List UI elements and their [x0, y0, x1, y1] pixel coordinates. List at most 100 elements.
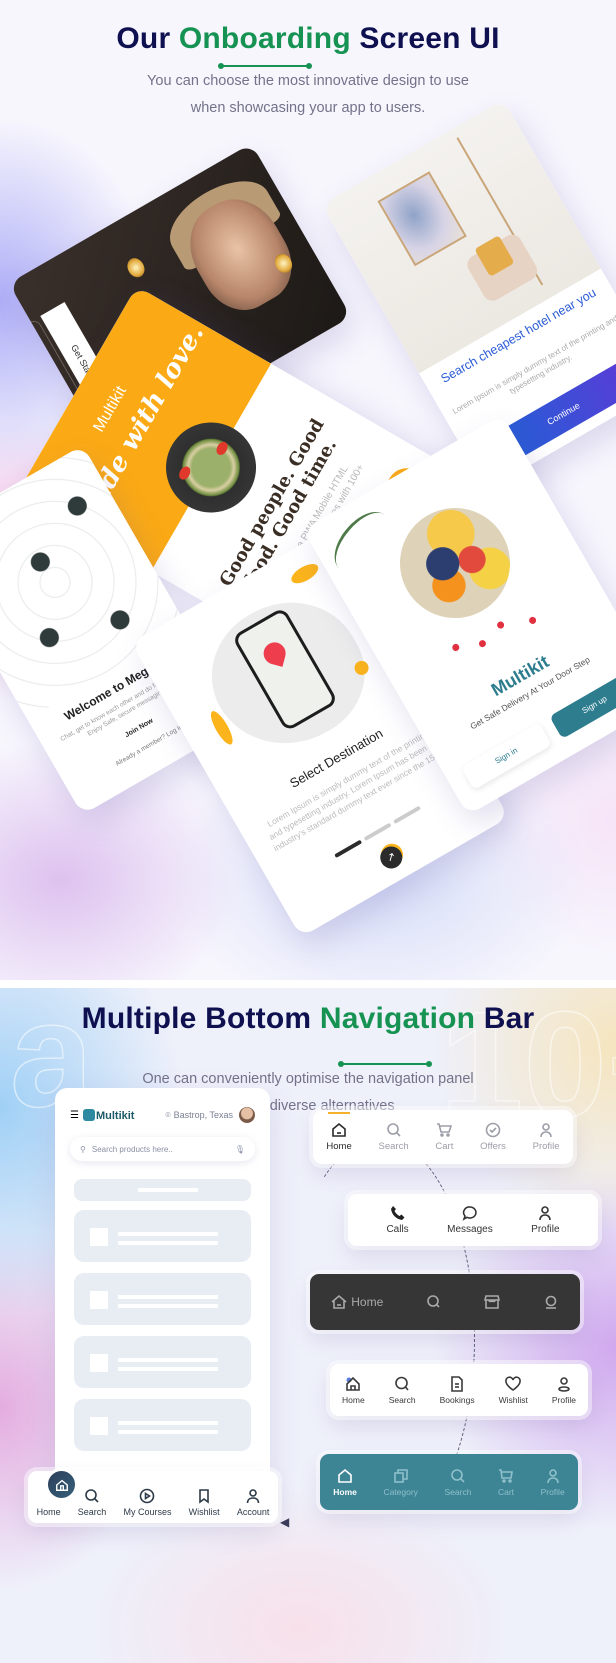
subtitle-line: when showcasing your app to users.	[190, 100, 426, 116]
subtitle-line: You can choose the most innovative desig…	[147, 73, 469, 89]
nav-item-cart[interactable]: Cart	[498, 1468, 514, 1497]
navigation-section: a 10+ Multiple Bottom Navigation Bar One…	[0, 988, 616, 1663]
search-input[interactable]: ⚲ Search products here.. 🎙	[70, 1137, 255, 1161]
nav-label: Account	[236, 1507, 270, 1517]
nav-label: Home	[326, 1141, 352, 1152]
nav-item-account[interactable]: Account	[236, 1488, 270, 1517]
nav-item-offers[interactable]: Offers	[480, 1122, 506, 1152]
nav-item-wishlist[interactable]: Wishlist	[189, 1488, 220, 1517]
nav-item-cart[interactable]: Cart	[435, 1122, 453, 1152]
nav-label: Cart	[435, 1141, 454, 1152]
nav-item-search[interactable]: Search	[444, 1468, 471, 1497]
search-placeholder: Search products here..	[91, 1144, 173, 1154]
nav-label: Profile	[532, 1141, 560, 1152]
sign-in-button[interactable]: Sign in	[460, 722, 552, 790]
nav-label: Home	[333, 1486, 357, 1497]
palm-leaf	[324, 502, 400, 582]
skeleton-card	[74, 1336, 251, 1388]
copy-icon	[393, 1468, 408, 1483]
document-icon	[451, 1375, 463, 1392]
title-part: Multiple Bottom	[81, 1002, 312, 1035]
title-underline	[218, 63, 312, 69]
section-divider	[0, 980, 616, 988]
bookmark-icon	[199, 1489, 209, 1504]
nav-label: My Courses	[123, 1507, 172, 1517]
nav-label: Search	[388, 1394, 416, 1405]
nav-item-search[interactable]: Search	[77, 1488, 107, 1517]
location-text: Bastrop, Texas	[173, 1110, 233, 1120]
nav-label: Search	[77, 1507, 107, 1517]
nav-item-bookings[interactable]: Bookings	[439, 1375, 475, 1405]
nav-item-search[interactable]: Search	[389, 1376, 416, 1405]
skeleton-card	[74, 1399, 251, 1451]
raspberry	[477, 638, 488, 649]
chat-bubble-icon	[462, 1206, 477, 1221]
skeleton-card	[74, 1210, 251, 1262]
user-icon	[546, 1468, 559, 1483]
nav-item-home[interactable]: Home	[333, 1468, 357, 1497]
page-dot	[393, 805, 422, 825]
page-dot-active	[334, 839, 363, 859]
next-arrow-button[interactable]: ↗	[376, 842, 407, 873]
app-header: ☰ Multikit ⌾ Bastrop, Texas	[70, 1105, 255, 1125]
skeleton-card	[74, 1273, 251, 1325]
nav-item-profile[interactable]: Profile	[533, 1122, 560, 1152]
nav-item-messages[interactable]: Messages	[447, 1205, 493, 1235]
raspberry	[495, 620, 506, 630]
title-part: Our	[116, 22, 171, 55]
nav-label: Search	[444, 1486, 472, 1497]
bulb-icon	[124, 255, 148, 281]
page-dot	[363, 822, 392, 842]
search-icon	[386, 1123, 401, 1137]
home-icon	[338, 1468, 352, 1483]
nav-item-home[interactable]: Home	[326, 1112, 352, 1152]
nav-label: Search	[378, 1141, 409, 1152]
user-icon	[545, 1295, 557, 1309]
decor-shape	[288, 560, 322, 588]
nav-item-home[interactable]: Home	[331, 1294, 383, 1310]
nav-label: Profile	[540, 1486, 565, 1497]
nav-item-profile[interactable]: Profile	[531, 1205, 560, 1235]
nav-label: Messages	[447, 1224, 493, 1235]
nav-item-home[interactable]: Home	[342, 1376, 365, 1405]
skeleton-bar	[74, 1179, 251, 1201]
home-fab-button[interactable]	[45, 1468, 78, 1501]
user-icon	[540, 1123, 552, 1138]
section-title: Our Onboarding Screen UI	[0, 22, 616, 56]
nav-item-category[interactable]: Category	[383, 1468, 418, 1497]
location[interactable]: ⌾ Bastrop, Texas	[165, 1110, 233, 1121]
hotel-room-image	[321, 99, 601, 374]
nav-item-store[interactable]	[484, 1294, 501, 1310]
nav-item-profile[interactable]	[543, 1294, 559, 1310]
fruit-bowl-image	[379, 487, 531, 639]
title-highlight: Navigation	[319, 1002, 476, 1035]
menu-icon[interactable]: ☰	[70, 1110, 79, 1121]
bottom-nav-style-2: Calls Messages Profile	[348, 1194, 598, 1246]
title-part: Bar	[483, 1002, 535, 1035]
raspberry	[527, 615, 538, 626]
nav-label: Profile	[551, 1394, 576, 1405]
home-icon	[331, 1294, 347, 1309]
nav-label: Offers	[480, 1141, 506, 1152]
nav-label: Home	[351, 1295, 384, 1309]
nav-item-wishlist[interactable]: Wishlist	[499, 1375, 528, 1405]
nav-item-profile[interactable]: Profile	[552, 1376, 576, 1405]
brand-logo: Multikit	[79, 1108, 134, 1122]
raspberry	[451, 642, 461, 653]
nav-item-profile[interactable]: Profile	[541, 1468, 565, 1497]
cart-icon	[437, 1123, 453, 1137]
nav-label: Bookings	[439, 1394, 475, 1405]
mic-icon[interactable]: 🎙	[235, 1145, 245, 1154]
bottom-nav-style-3: Home	[310, 1274, 580, 1330]
nav-item-search[interactable]: Search	[379, 1122, 409, 1152]
heart-icon	[505, 1375, 522, 1391]
title-part: Screen UI	[359, 22, 500, 55]
nav-item-calls[interactable]: Calls	[386, 1205, 409, 1235]
nav-label: Wishlist	[188, 1507, 220, 1517]
arrow-head-icon: ◀	[280, 1515, 290, 1529]
location-pin-icon: ⌾	[165, 1109, 171, 1120]
nav-item-my-courses[interactable]: My Courses	[123, 1488, 171, 1517]
avatar[interactable]	[239, 1107, 255, 1123]
nav-label: Cart	[497, 1486, 515, 1497]
nav-item-search[interactable]	[426, 1294, 442, 1310]
